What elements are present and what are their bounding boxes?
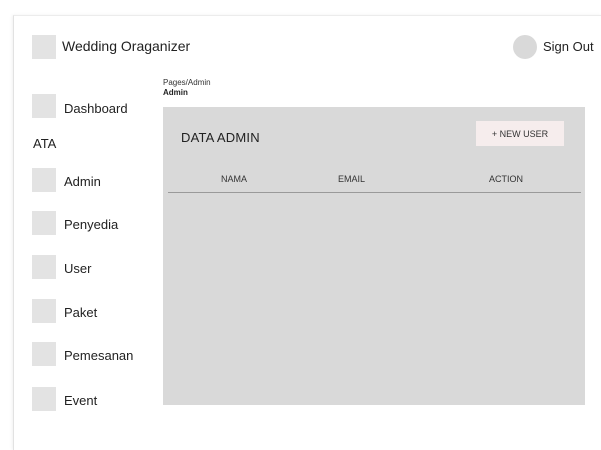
app-title: Wedding Oraganizer bbox=[62, 38, 191, 54]
page-title: Admin bbox=[163, 88, 188, 97]
breadcrumb: Pages/Admin bbox=[163, 78, 211, 87]
dashboard-icon bbox=[32, 94, 56, 118]
sidebar-item-label: Penyedia bbox=[64, 217, 119, 232]
panel-title: DATA ADMIN bbox=[181, 130, 260, 145]
data-admin-panel: DATA ADMIN + NEW USER NAMA EMAIL ACTION bbox=[163, 107, 585, 405]
sidebar-item-label: Paket bbox=[64, 305, 98, 320]
penyedia-icon bbox=[32, 211, 56, 235]
sidebar-item-label: Dashboard bbox=[64, 101, 128, 116]
sidebar-item-label: Event bbox=[64, 393, 98, 408]
table-header-divider bbox=[168, 192, 581, 193]
admin-icon bbox=[32, 168, 56, 192]
sign-out-button[interactable]: Sign Out bbox=[543, 39, 594, 54]
pemesanan-icon bbox=[32, 342, 56, 366]
avatar-icon[interactable] bbox=[513, 35, 537, 59]
column-header-email[interactable]: EMAIL bbox=[338, 174, 365, 184]
event-icon bbox=[32, 387, 56, 411]
logo-icon bbox=[32, 35, 56, 59]
sidebar-item-label: Pemesanan bbox=[64, 348, 134, 363]
column-header-nama[interactable]: NAMA bbox=[221, 174, 247, 184]
sidebar-item-label: User bbox=[64, 261, 92, 276]
sidebar-item-label: Admin bbox=[64, 174, 101, 189]
column-header-action[interactable]: ACTION bbox=[489, 174, 523, 184]
new-user-button[interactable]: + NEW USER bbox=[476, 121, 564, 146]
sidebar-section-label: ATA bbox=[33, 136, 57, 151]
user-icon bbox=[32, 255, 56, 279]
paket-icon bbox=[32, 299, 56, 323]
